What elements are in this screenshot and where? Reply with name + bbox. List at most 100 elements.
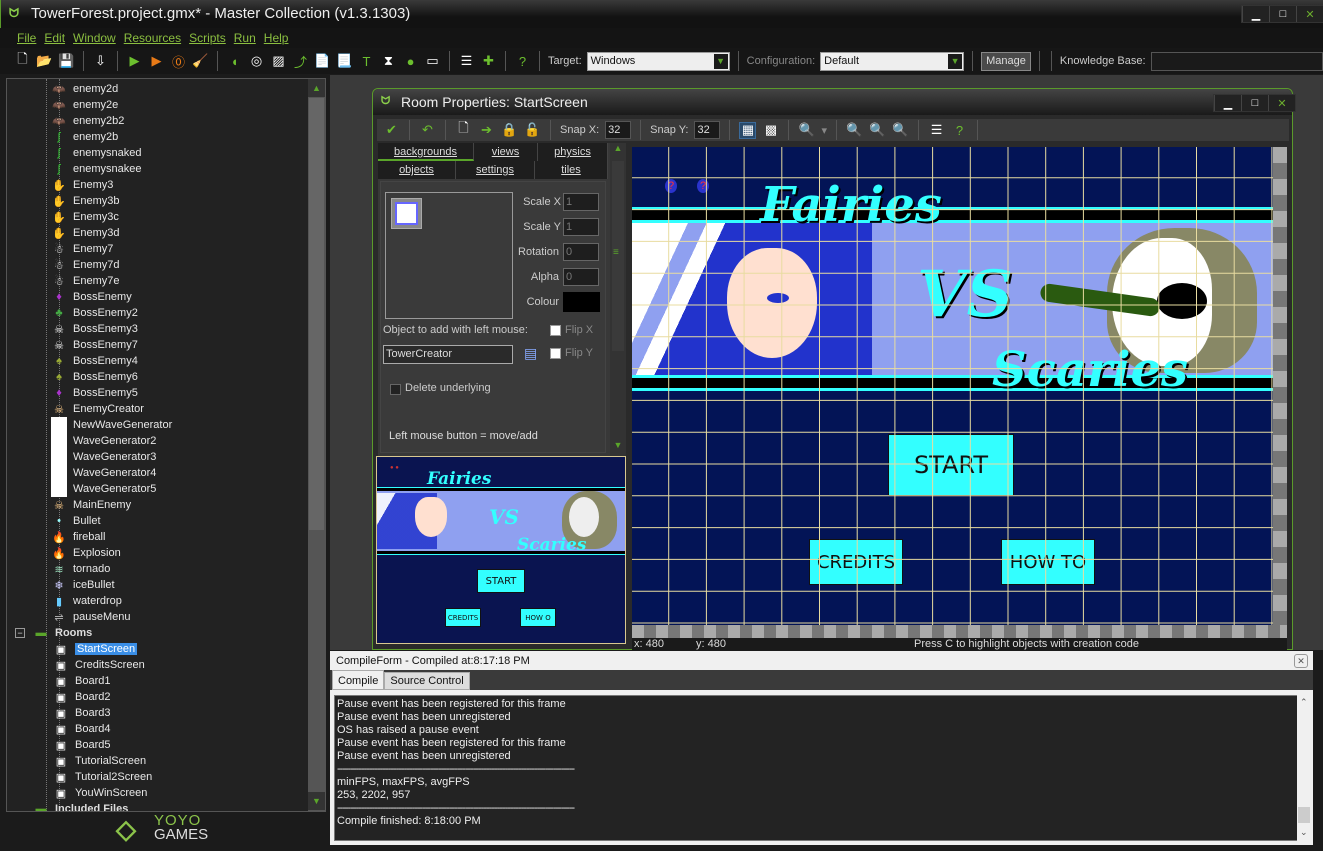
help-icon[interactable]: ? [951,122,968,139]
room-canvas[interactable]: ? ? Fairies VS Scaries START CREDITS HOW… [632,147,1273,625]
tree-item-object[interactable]: ✋ Enemy3d [51,225,119,241]
maximize-button[interactable]: □ [1269,6,1296,22]
create-executable-icon[interactable]: ⇩ [92,53,109,70]
tab-physics[interactable]: physics [538,143,608,161]
game-settings-icon[interactable]: ☰ [458,53,475,70]
tree-item-object[interactable]: ♦ BossEnemy5 [51,385,138,401]
unlock-icon[interactable]: 🔓 [524,122,541,139]
profile-icon[interactable]: ⓪ [170,53,187,70]
scroll-down-arrow-icon[interactable]: ⌄ [1300,827,1308,838]
tab-backgrounds[interactable]: backgrounds [378,143,474,161]
snap-y-input[interactable] [694,121,721,139]
menu-edit[interactable]: Edit [44,28,65,48]
debug-game-icon[interactable]: ▶ [148,53,165,70]
room-maximize-button[interactable]: □ [1241,95,1268,111]
tree-item-object[interactable]: ☠ BossEnemy3 [51,321,138,337]
tree-item-object[interactable]: WaveGenerator2 [51,433,156,449]
create-font-icon[interactable]: T [358,53,375,70]
create-shader-icon[interactable]: 📃 [336,53,353,70]
tree-item-object[interactable]: ☃ Enemy7 [51,241,113,257]
tree-item-object[interactable]: ♠ BossEnemy6 [51,369,138,385]
extensions-icon[interactable]: ✚ [480,53,497,70]
target-select[interactable]: Windows ▼ [586,51,730,71]
zoom-in-icon[interactable]: 🔍 [892,122,909,139]
manage-button[interactable]: Manage [981,51,1031,71]
scale-x-input[interactable] [563,193,599,211]
zoom-out-icon[interactable]: 🔍 [846,122,863,139]
menu-file[interactable]: File [17,28,36,48]
tree-item-object[interactable]: ☠ BossEnemy7 [51,337,138,353]
scroll-up-arrow-icon[interactable]: ▲ [610,143,626,157]
scroll-up-arrow-icon[interactable]: ⌃ [1300,697,1308,708]
tree-item-room[interactable]: ▣ Board5 [53,737,111,753]
tab-compile[interactable]: Compile [332,670,385,690]
lock-icon[interactable]: 🔒 [501,122,518,139]
tree-item-object[interactable]: ♣ BossEnemy2 [51,305,137,321]
menu-window[interactable]: Window [73,28,116,48]
object-browse-icon[interactable]: ▤ [524,345,537,362]
tab-tiles[interactable]: tiles [535,161,608,179]
tab-objects[interactable]: objects [378,161,456,179]
run-game-icon[interactable]: ▶ [126,53,143,70]
tree-item-object[interactable]: ʃ enemysnakee [51,161,142,177]
rotation-input[interactable] [563,243,599,261]
menu-resources[interactable]: Resources [124,28,181,48]
tree-item-object[interactable]: ♠ BossEnemy4 [51,353,138,369]
tree-item-room[interactable]: ▣ StartScreen [53,641,138,657]
tab-settings[interactable]: settings [456,161,535,179]
scroll-down-arrow-icon[interactable]: ▼ [610,440,626,454]
tab-source-control[interactable]: Source Control [384,672,470,690]
menu-help[interactable]: Help [264,28,289,48]
object-select-field[interactable]: TowerCreator [383,345,513,364]
open-project-icon[interactable]: 📂 [36,53,53,70]
room-minimize-button[interactable]: ▁ [1214,95,1241,111]
tree-item-room[interactable]: ▣ CreditsScreen [53,657,145,673]
tree-item-room[interactable]: ▣ Board3 [53,705,111,721]
new-project-icon[interactable]: 🗋 [14,51,31,70]
tree-item-object[interactable]: ❄ iceBullet [51,577,114,593]
tab-views[interactable]: views [474,143,538,161]
tree-item-object[interactable]: ☠ MainEnemy [51,497,131,513]
help-icon[interactable]: ? [514,53,531,70]
settings-scrollbar[interactable]: ▲ ≡ ▼ [610,143,626,456]
tree-item-room[interactable]: ▣ TutorialScreen [53,753,146,769]
tree-item-object[interactable]: ✋ Enemy3b [51,193,119,209]
tree-item-room[interactable]: ▣ Tutorial2Screen [53,769,152,785]
create-script-icon[interactable]: 📄 [314,53,331,70]
chevron-down-icon[interactable]: ▾ [821,124,827,137]
compile-scrollbar[interactable]: ⌃ ⌄ [1297,695,1311,841]
list-icon[interactable]: ☰ [928,122,945,139]
tree-item-room[interactable]: ▣ Board1 [53,673,111,689]
compile-output[interactable]: Pause event has been registered for this… [334,695,1299,841]
tree-item-object[interactable]: 🦇 enemy2b2 [51,113,124,129]
tree-item-object[interactable]: ♦ BossEnemy [51,289,132,305]
tree-item-object[interactable]: • Bullet [51,513,100,529]
tree-item-object[interactable]: ʃ enemy2b [51,129,119,145]
create-sprite-icon[interactable]: ◖ [226,53,243,70]
create-background-icon[interactable]: ▨ [270,53,287,70]
collapse-icon[interactable]: − [15,628,25,638]
tree-item-object[interactable]: 🦇 enemy2d [51,81,118,97]
tree-item-room[interactable]: ▣ Board4 [53,721,111,737]
clear-icon[interactable]: 🗋 [455,120,472,139]
create-room-icon[interactable]: ▭ [424,53,441,70]
tree-item-object[interactable]: ☃ Enemy7d [51,257,119,273]
menu-scripts[interactable]: Scripts [189,28,226,48]
knowledge-base-input[interactable] [1150,51,1323,71]
tree-folder-rooms[interactable]: − ▬ Rooms [15,625,92,641]
tree-item-object[interactable]: WaveGenerator5 [51,481,156,497]
magnifier-icon[interactable]: 🔍 [798,122,815,139]
tree-item-object[interactable]: ⇌ pauseMenu [51,609,130,625]
tree-folder-included-files[interactable]: ▬ Included Files [33,801,129,811]
alpha-input[interactable] [563,268,599,286]
tree-item-object[interactable]: ☃ Enemy7e [51,273,119,289]
configuration-select[interactable]: Default ▼ [820,51,965,71]
tree-item-object[interactable]: WaveGenerator3 [51,449,156,465]
tree-item-object[interactable]: 🔥 Explosion [51,545,121,561]
compile-scrollbar-thumb[interactable] [1298,807,1310,823]
close-button[interactable]: ✕ [1296,6,1323,22]
snap-x-input[interactable] [605,121,632,139]
create-sound-icon[interactable]: ◎ [248,53,265,70]
tree-item-object[interactable]: ▮ waterdrop [51,593,122,609]
tree-item-object[interactable]: ʃ enemysnaked [51,145,142,161]
